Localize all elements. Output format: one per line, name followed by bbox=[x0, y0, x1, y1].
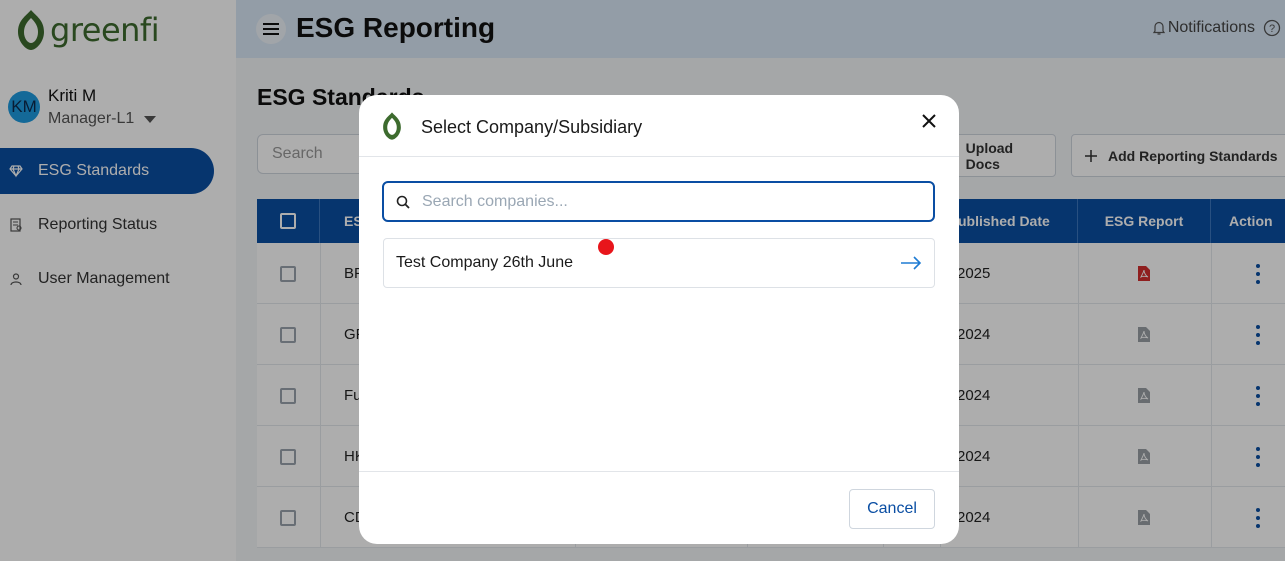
company-search-input[interactable] bbox=[422, 192, 902, 211]
company-name: Test Company 26th June bbox=[396, 254, 573, 271]
leaf-logo-icon bbox=[383, 112, 401, 140]
arrow-right-icon[interactable] bbox=[900, 256, 922, 270]
company-list-item[interactable]: Test Company 26th June bbox=[383, 238, 935, 288]
company-search-field[interactable] bbox=[382, 181, 935, 222]
modal-footer: Cancel bbox=[359, 471, 959, 544]
cursor-indicator bbox=[598, 239, 614, 255]
close-button[interactable] bbox=[917, 109, 941, 133]
select-company-modal: Select Company/Subsidiary Test Company 2… bbox=[359, 95, 959, 544]
search-icon bbox=[396, 195, 410, 209]
modal-header: Select Company/Subsidiary bbox=[359, 95, 959, 157]
close-icon bbox=[922, 114, 936, 128]
modal-title: Select Company/Subsidiary bbox=[421, 117, 643, 137]
cancel-button[interactable]: Cancel bbox=[849, 489, 935, 529]
